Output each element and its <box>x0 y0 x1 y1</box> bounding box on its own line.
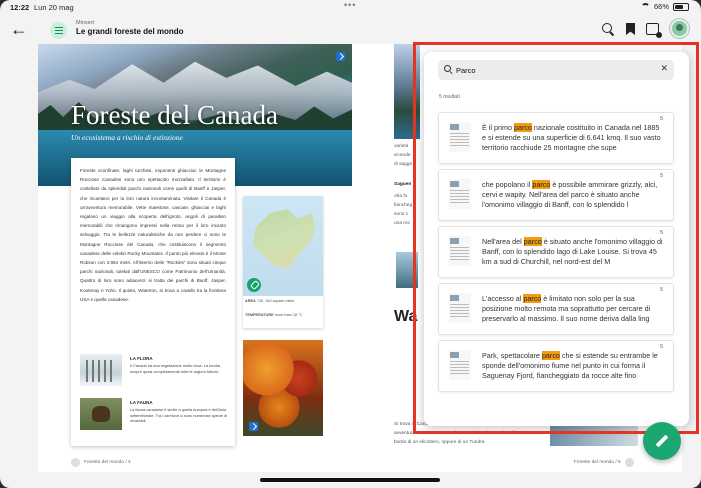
autumn-forest-image[interactable] <box>243 340 323 436</box>
right-footer-text: Foreste del mondo / 5 <box>574 460 621 465</box>
back-arrow-icon[interactable]: ← <box>10 20 28 38</box>
right-page-footer: Foreste del mondo / 5 <box>574 458 634 467</box>
canada-map <box>243 196 323 296</box>
highlight-frame <box>413 42 699 434</box>
expand-image-icon[interactable] <box>336 52 345 61</box>
left-page-footer: Foreste del mondo / 4 <box>71 458 131 467</box>
status-time: 12:22 <box>10 3 30 12</box>
fauna-text: La fauna canadese è simile a quella euro… <box>130 407 228 423</box>
edit-pencil-button[interactable] <box>643 422 681 460</box>
tablet-screen: 12:22 Lun 20 mag ••• 66% ← Minsert Le gr… <box>0 0 701 488</box>
status-right: 66% <box>640 2 689 11</box>
status-date: Lun 20 mag <box>34 3 74 12</box>
article-body: Foreste sconfinate, laghi turchesi, impo… <box>80 168 226 302</box>
expand-image-icon[interactable] <box>249 422 258 431</box>
fauna-image <box>80 398 122 430</box>
status-bar: 12:22 Lun 20 mag ••• 66% <box>0 0 701 14</box>
avatar[interactable] <box>670 19 689 38</box>
table-of-contents-icon[interactable] <box>50 22 67 39</box>
map-temperature: TEMPERATURE more than 18 °C <box>245 313 303 317</box>
multitasking-dots[interactable]: ••• <box>344 0 356 10</box>
battery-icon <box>673 2 689 11</box>
battery-percent: 66% <box>653 2 669 11</box>
link-icon[interactable] <box>247 278 261 292</box>
book-title: Le grandi foreste del mondo <box>76 27 184 36</box>
notes-icon[interactable] <box>646 22 662 38</box>
article-card: Foreste sconfinate, laghi turchesi, impo… <box>71 158 235 446</box>
search-icon[interactable] <box>601 22 615 36</box>
wifi-icon <box>640 3 650 10</box>
fauna-box[interactable]: LA FAUNA La fauna canadese è simile a qu… <box>80 398 230 434</box>
map-card[interactable]: AREA 745, 160 square miles TEMPERATURE m… <box>243 196 323 328</box>
page-number-dot <box>624 458 634 467</box>
home-indicator[interactable] <box>260 478 440 482</box>
map-area: AREA 745, 160 square miles <box>245 299 295 303</box>
hero-title: Foreste del Canada <box>71 100 278 130</box>
left-footer-text: Foreste del mondo / 4 <box>84 460 131 465</box>
flora-title: LA FLORA <box>130 356 153 361</box>
publisher-name: Minsert <box>76 20 95 26</box>
toolbar-icons <box>601 19 689 38</box>
hero-subtitle: Un ecosistema a rischio di estinzione <box>71 133 183 142</box>
flora-text: Il Canada ha una vegetazione molto ricca… <box>130 363 221 374</box>
flora-box[interactable]: LA FLORA Il Canada ha una vegetazione mo… <box>80 354 230 390</box>
bookmark-icon[interactable] <box>626 23 635 35</box>
fauna-title: LA FAUNA <box>130 400 153 405</box>
page-number-dot <box>71 458 80 467</box>
flora-image <box>80 354 122 386</box>
left-page: Foreste del Canada Un ecosistema a risch… <box>38 44 358 472</box>
